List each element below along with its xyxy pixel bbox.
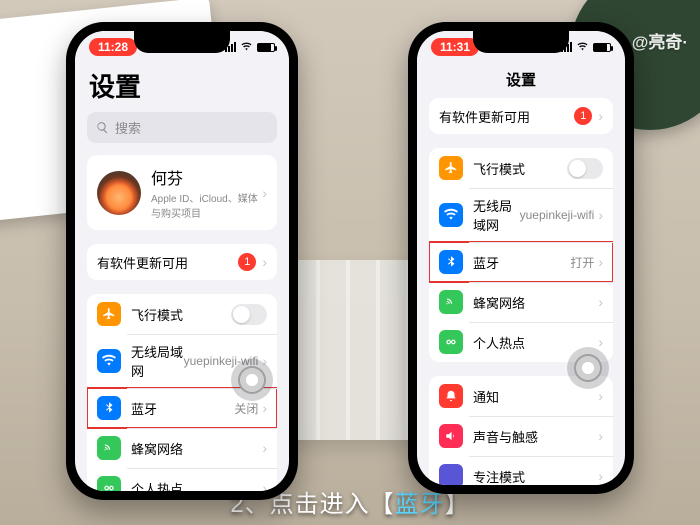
wifi-row[interactable]: 无线局域网 yuepinkeji-wifi › (429, 188, 613, 242)
chevron-right-icon: › (262, 254, 267, 270)
notifications-group: 通知 › 声音与触感 › 专注模式 › 屏幕使用时间 › (429, 376, 613, 485)
status-time-recording[interactable]: 11:31 (431, 38, 479, 56)
notch (473, 31, 569, 53)
status-time-recording[interactable]: 11:28 (89, 38, 137, 56)
chevron-right-icon: › (598, 428, 603, 444)
software-update-row[interactable]: 有软件更新可用 1 › (429, 98, 613, 134)
software-update-row[interactable]: 有软件更新可用 1 › (87, 244, 277, 280)
hotspot-row[interactable]: 个人热点 › (87, 468, 277, 491)
chevron-right-icon: › (262, 400, 267, 416)
cellular-icon (97, 436, 121, 460)
chevron-right-icon: › (262, 185, 267, 201)
bluetooth-icon (97, 396, 121, 420)
airplane-icon (439, 156, 463, 180)
search-input[interactable]: 搜索 (87, 112, 277, 143)
bell-icon (439, 384, 463, 408)
chevron-right-icon: › (262, 440, 267, 456)
profile-sub: Apple ID、iCloud、媒体与购买项目 (151, 190, 262, 220)
chevron-right-icon: › (598, 334, 603, 350)
wifi-icon (576, 42, 589, 52)
airplane-toggle[interactable] (231, 304, 267, 325)
airplane-mode-row[interactable]: 飞行模式 (87, 294, 277, 334)
chevron-right-icon: › (598, 254, 603, 270)
airplane-mode-row[interactable]: 飞行模式 (429, 148, 613, 188)
airplane-icon (97, 302, 121, 326)
wifi-icon (97, 349, 121, 373)
chevron-right-icon: › (598, 388, 603, 404)
bluetooth-icon (439, 250, 463, 274)
chevron-right-icon: › (262, 480, 267, 491)
wifi-icon (439, 203, 463, 227)
assistive-touch-button[interactable] (567, 347, 609, 389)
status-icons (561, 42, 611, 52)
speaker-icon (439, 424, 463, 448)
notch (134, 31, 230, 53)
cellular-icon (439, 290, 463, 314)
moon-icon (439, 464, 463, 485)
cellular-row[interactable]: 蜂窝网络 › (87, 428, 277, 468)
chevron-right-icon: › (598, 468, 603, 484)
hotspot-icon (97, 476, 121, 491)
watermark: @亮奇· (632, 28, 688, 53)
update-badge: 1 (574, 107, 592, 125)
cellular-row[interactable]: 蜂窝网络 › (429, 282, 613, 322)
battery-icon (593, 43, 611, 52)
update-badge: 1 (238, 253, 256, 271)
chevron-right-icon: › (598, 207, 603, 223)
avatar (97, 171, 141, 215)
wifi-icon (240, 42, 253, 52)
search-icon (96, 121, 109, 134)
search-placeholder: 搜索 (115, 118, 141, 137)
hotspot-icon (439, 330, 463, 354)
status-icons (225, 42, 275, 52)
page-title: 设置 (75, 63, 289, 112)
apple-id-row[interactable]: 何芬 Apple ID、iCloud、媒体与购买项目 › (87, 155, 277, 230)
focus-row[interactable]: 专注模式 › (429, 456, 613, 485)
update-group: 有软件更新可用 1 › (429, 98, 613, 134)
sounds-row[interactable]: 声音与触感 › (429, 416, 613, 456)
chevron-right-icon: › (598, 294, 603, 310)
bluetooth-row[interactable]: 蓝牙 打开 › (429, 242, 613, 282)
profile-group: 何芬 Apple ID、iCloud、媒体与购买项目 › (87, 155, 277, 230)
chevron-right-icon: › (598, 108, 603, 124)
page-title: 设置 (417, 63, 625, 98)
phone-left: 11:28 设置 搜索 何芬 Apple ID、iCloud、媒体与购买项目 (66, 22, 298, 500)
assistive-touch-button[interactable] (231, 359, 273, 401)
battery-icon (257, 43, 275, 52)
phone-right: 11:31 设置 有软件更新可用 1 › 飞行模式 (408, 22, 634, 494)
update-group: 有软件更新可用 1 › (87, 244, 277, 280)
profile-name: 何芬 (151, 165, 262, 189)
connectivity-group: 飞行模式 无线局域网 yuepinkeji-wifi › 蓝牙 打开 › (429, 148, 613, 362)
airplane-toggle[interactable] (567, 158, 603, 179)
